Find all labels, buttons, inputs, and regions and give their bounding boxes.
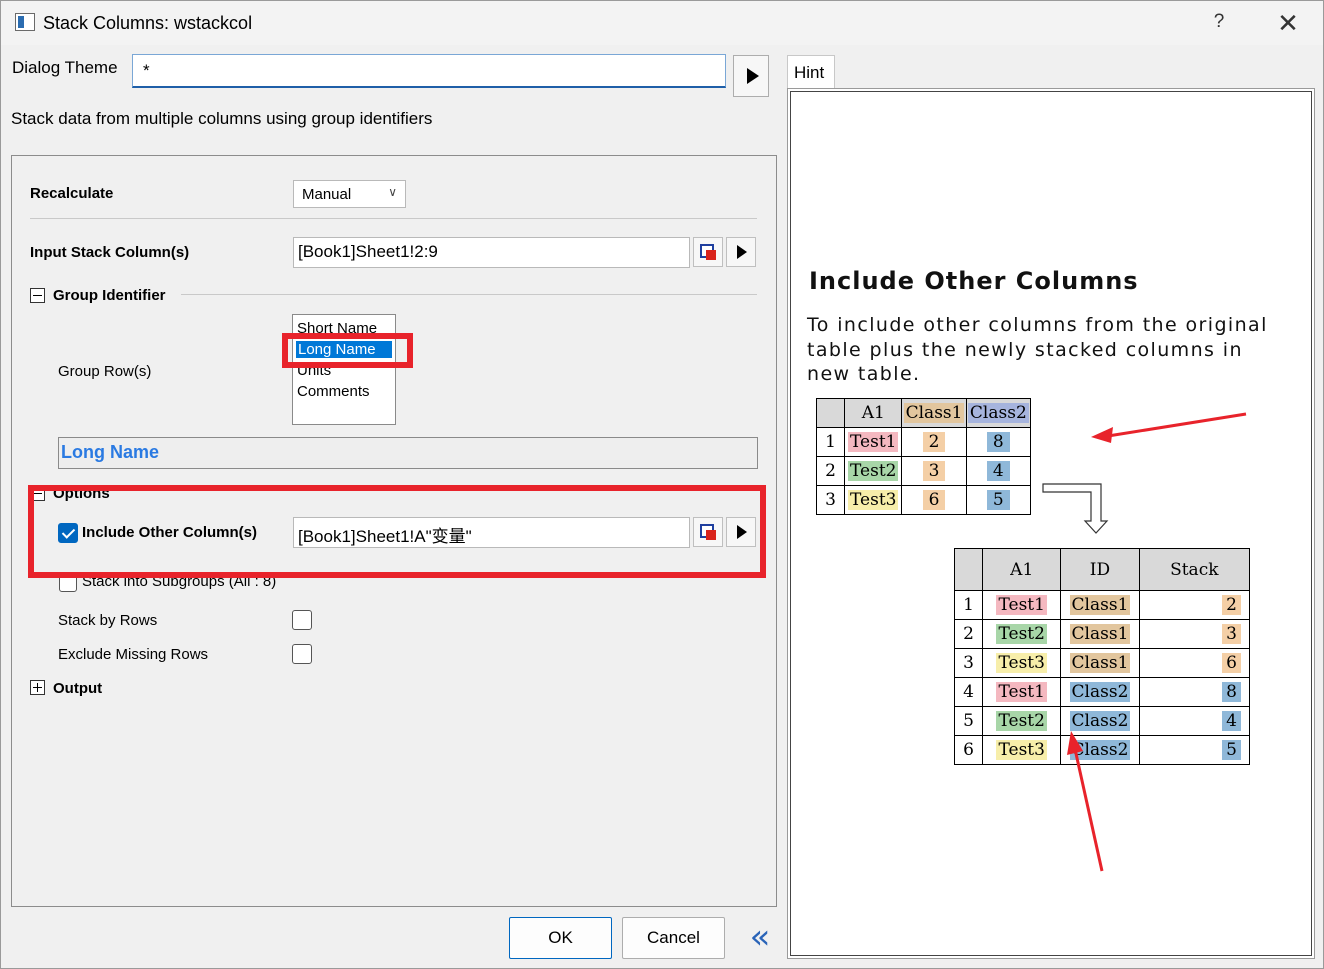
red-arrow-icon [1107, 412, 1247, 438]
red-arrow-icon [1073, 748, 1104, 872]
stack-columns-dialog: Stack Columns: wstackcol ? ✕ Dialog Them… [0, 0, 1324, 969]
red-arrowhead-icon [1091, 427, 1113, 443]
red-arrowhead-icon [1067, 731, 1083, 755]
flow-arrow-icon [1042, 483, 1109, 534]
annotation-overlay [1042, 412, 1247, 872]
